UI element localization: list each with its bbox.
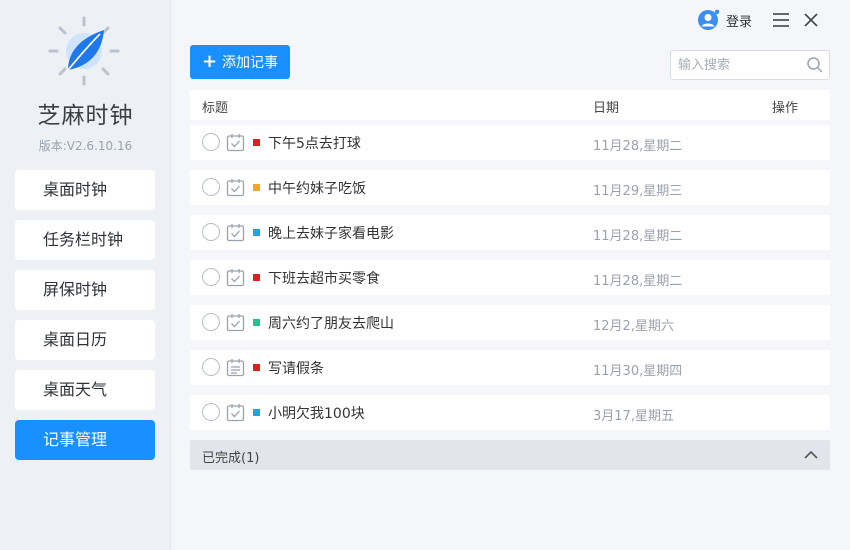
table-row[interactable]: 小明欠我100块 3月17,星期五 [190,395,830,430]
app-title: 芝麻时钟 [37,103,134,129]
app-logo-icon [48,16,120,86]
sidebar: 芝麻时钟 版本:V2.6.10.16 桌面时钟 任务栏时钟 屏保时钟 桌面日历 … [0,0,171,550]
priority-dot [253,319,260,326]
note-date: 11月29,星期三 [593,184,683,199]
login-label: 登录 [726,14,753,30]
close-icon[interactable] [802,11,820,29]
sidebar-item-desktop-clock[interactable]: 桌面时钟 [15,170,155,210]
sidebar-item-notes-management[interactable]: 记事管理 [15,420,155,460]
note-title: 小明欠我100块 [268,406,365,422]
login-button[interactable]: 登录 [698,9,752,31]
priority-dot [253,229,260,236]
sidebar-item-taskbar-clock[interactable]: 任务栏时钟 [15,220,155,260]
sidebar-item-screensaver-clock[interactable]: 屏保时钟 [15,270,155,310]
completed-section-toggle[interactable]: 已完成(1) [190,440,830,470]
calendar-check-icon[interactable] [226,268,245,287]
priority-dot [253,409,260,416]
plus-icon: + [201,51,218,72]
note-date: 11月28,星期二 [593,229,683,244]
sidebar-item-desktop-calendar[interactable]: 桌面日历 [15,320,155,360]
complete-radio[interactable] [202,358,220,376]
complete-radio[interactable] [202,223,220,241]
column-header-action: 操作 [772,101,799,116]
priority-dot [253,274,260,281]
search-icon[interactable] [806,56,824,74]
sidebar-nav: 桌面时钟 任务栏时钟 屏保时钟 桌面日历 桌面天气 记事管理 [15,170,155,470]
table-row[interactable]: 晚上去妹子家看电影 11月28,星期二 [190,215,830,250]
priority-dot [253,364,260,371]
note-title: 下班去超市买零食 [268,271,380,287]
calendar-check-icon[interactable] [226,178,245,197]
search-box [670,50,830,80]
add-note-button[interactable]: + 添加记事 [190,45,290,79]
table-row[interactable]: 周六约了朋友去爬山 12月2,星期六 [190,305,830,340]
complete-radio[interactable] [202,133,220,151]
note-date: 11月28,星期二 [593,139,683,154]
table-row[interactable]: 中午约妹子吃饭 11月29,星期三 [190,170,830,205]
priority-dot [253,184,260,191]
column-header-date: 日期 [593,101,620,116]
search-input[interactable] [671,51,799,79]
note-date: 11月30,星期四 [593,364,683,379]
complete-radio[interactable] [202,178,220,196]
note-date: 12月2,星期六 [593,319,674,334]
sidebar-item-desktop-weather[interactable]: 桌面天气 [15,370,155,410]
add-note-label: 添加记事 [222,55,279,71]
user-avatar-icon [698,9,720,30]
chevron-up-icon [804,450,818,459]
note-date: 11月28,星期二 [593,274,683,289]
completed-label: 已完成(1) [202,451,260,466]
calendar-check-icon[interactable] [226,403,245,422]
calendar-check-icon[interactable] [226,133,245,152]
complete-radio[interactable] [202,313,220,331]
titlebar: 登录 [650,0,850,40]
notes-list: 下午5点去打球 11月28,星期二 中午约妹子吃饭 11月29,星期三 晚上去妹… [190,125,830,440]
table-row[interactable]: 下午5点去打球 11月28,星期二 [190,125,830,160]
table-row[interactable]: 下班去超市买零食 11月28,星期二 [190,260,830,295]
app-version: 版本:V2.6.10.16 [38,139,133,153]
note-title: 下午5点去打球 [268,136,361,152]
note-title: 晚上去妹子家看电影 [268,226,394,242]
note-title: 中午约妹子吃饭 [268,181,366,197]
column-header-title: 标题 [202,101,229,116]
complete-radio[interactable] [202,403,220,421]
priority-dot [253,139,260,146]
calendar-check-icon[interactable] [226,313,245,332]
note-title: 周六约了朋友去爬山 [268,316,394,332]
note-date: 3月17,星期五 [593,409,674,424]
note-title: 写请假条 [268,361,324,377]
calendar-check-icon[interactable] [226,223,245,242]
complete-radio[interactable] [202,268,220,286]
table-row[interactable]: 写请假条 11月30,星期四 [190,350,830,385]
table-header: 标题 日期 操作 [190,90,830,120]
menu-icon[interactable] [772,11,790,29]
calendar-list-icon[interactable] [226,358,245,377]
